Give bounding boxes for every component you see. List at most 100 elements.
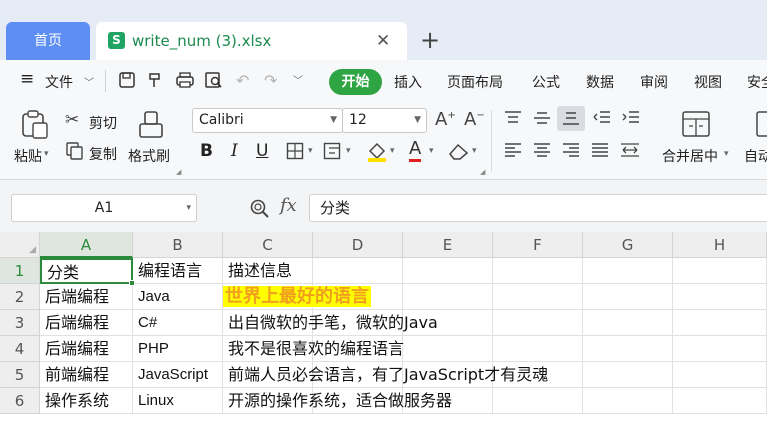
cell-c2[interactable]: 世界上最好的语言 xyxy=(223,284,371,310)
empty-cell[interactable] xyxy=(673,258,767,284)
cell-b2[interactable]: Java xyxy=(133,284,223,310)
paste-dropdown-icon[interactable]: ▾ xyxy=(44,149,49,159)
empty-cell[interactable] xyxy=(583,336,673,362)
align-bottom-button[interactable] xyxy=(557,106,585,131)
cut-button[interactable]: 剪切 xyxy=(89,113,117,133)
empty-cell[interactable] xyxy=(583,284,673,310)
chevron-down-icon[interactable]: ▾ xyxy=(472,146,477,156)
align-right-icon[interactable] xyxy=(561,142,581,158)
column-header-h[interactable]: H xyxy=(673,232,767,258)
empty-cell[interactable] xyxy=(583,388,673,414)
borders-icon[interactable] xyxy=(286,142,304,160)
save-icon[interactable] xyxy=(118,71,136,89)
chevron-down-icon[interactable]: ▾ xyxy=(308,146,313,156)
fill-color-icon[interactable] xyxy=(366,140,388,162)
tab-start[interactable]: 开始 xyxy=(329,69,382,95)
merge-center-icon[interactable] xyxy=(681,110,711,138)
format-painter-small-icon[interactable] xyxy=(146,71,164,89)
cell-a4[interactable]: 后端编程 xyxy=(40,336,133,362)
tab-insert[interactable]: 插入 xyxy=(394,72,422,92)
chevron-down-icon[interactable]: ▾ xyxy=(724,149,729,159)
row-header-1[interactable]: 1 xyxy=(0,258,40,284)
hamburger-menu-icon[interactable]: ≡ xyxy=(20,69,34,89)
print-icon[interactable] xyxy=(175,71,195,89)
column-header-c[interactable]: C xyxy=(223,232,313,258)
zoom-search-icon[interactable] xyxy=(249,198,271,220)
close-tab-icon[interactable]: ✕ xyxy=(376,31,390,51)
row-header-2[interactable]: 2 xyxy=(0,284,40,310)
row-header-3[interactable]: 3 xyxy=(0,310,40,336)
chevron-down-icon[interactable]: ▾ xyxy=(346,146,351,156)
fill-handle[interactable] xyxy=(129,280,135,286)
empty-cell[interactable] xyxy=(583,310,673,336)
tab-data[interactable]: 数据 xyxy=(586,72,614,92)
print-preview-icon[interactable] xyxy=(204,71,224,89)
empty-cell[interactable] xyxy=(673,336,767,362)
empty-cell[interactable] xyxy=(493,310,583,336)
column-header-e[interactable]: E xyxy=(403,232,493,258)
column-header-f[interactable]: F xyxy=(493,232,583,258)
decrease-indent-icon[interactable] xyxy=(592,110,612,126)
copy-button[interactable]: 复制 xyxy=(89,144,117,164)
chevron-down-icon[interactable]: ▾ xyxy=(429,146,434,156)
font-size-select[interactable]: 12 ▼ xyxy=(342,108,427,133)
name-box[interactable]: A1 ▾ xyxy=(11,194,197,222)
more-icon[interactable]: ﹀ xyxy=(293,72,303,87)
chevron-down-icon[interactable]: ﹀ xyxy=(84,74,94,89)
cell-b6[interactable]: Linux xyxy=(133,388,223,414)
cell-a3[interactable]: 后端编程 xyxy=(40,310,133,336)
cell-a1[interactable]: 分类 xyxy=(40,258,133,284)
paste-icon[interactable] xyxy=(19,110,51,140)
font-name-select[interactable]: Calibri ▼ xyxy=(192,108,343,133)
cell-c3[interactable]: 出自微软的手笔，微软的Java xyxy=(223,310,438,336)
cell-c5[interactable]: 前端人员必会语言，有了JavaScript才有灵魂 xyxy=(223,362,548,388)
font-expand-icon[interactable]: ◢ xyxy=(480,168,485,176)
empty-cell[interactable] xyxy=(493,284,583,310)
font-color-button[interactable]: A xyxy=(409,139,422,162)
cell-a6[interactable]: 操作系统 xyxy=(40,388,133,414)
align-top-icon[interactable] xyxy=(503,110,523,126)
cell-b4[interactable]: PHP xyxy=(133,336,223,362)
empty-cell[interactable] xyxy=(493,258,583,284)
column-header-g[interactable]: G xyxy=(583,232,673,258)
empty-cell[interactable] xyxy=(673,284,767,310)
row-header-5[interactable]: 5 xyxy=(0,362,40,388)
new-tab-icon[interactable]: + xyxy=(420,26,440,54)
file-menu[interactable]: 文件 xyxy=(45,72,73,92)
empty-cell[interactable] xyxy=(403,336,493,362)
undo-icon[interactable]: ↶ xyxy=(236,71,249,90)
eraser-icon[interactable] xyxy=(448,142,470,160)
empty-cell[interactable] xyxy=(493,336,583,362)
fill-pattern-icon[interactable] xyxy=(323,142,345,160)
cell-a5[interactable]: 前端编程 xyxy=(40,362,133,388)
bold-button[interactable]: B xyxy=(200,141,213,161)
cell-b3[interactable]: C# xyxy=(133,310,223,336)
empty-cell[interactable] xyxy=(403,258,493,284)
empty-cell[interactable] xyxy=(673,362,767,388)
distributed-align-icon[interactable] xyxy=(619,142,641,158)
align-left-icon[interactable] xyxy=(503,142,523,158)
cell-c4[interactable]: 我不是很喜欢的编程语言 xyxy=(223,336,404,362)
file-tab[interactable]: S write_num (3).xlsx ✕ xyxy=(96,22,407,60)
cell-b1[interactable]: 编程语言 xyxy=(133,258,223,284)
empty-cell[interactable] xyxy=(403,284,493,310)
decrease-font-size-icon[interactable]: A− xyxy=(464,109,485,130)
empty-cell[interactable] xyxy=(673,310,767,336)
increase-indent-icon[interactable] xyxy=(621,110,641,126)
empty-cell[interactable] xyxy=(583,362,673,388)
tab-page-layout[interactable]: 页面布局 xyxy=(447,72,503,92)
paste-button[interactable]: 粘贴 xyxy=(14,146,42,166)
wrap-text-icon[interactable] xyxy=(755,110,767,138)
column-header-d[interactable]: D xyxy=(313,232,403,258)
tab-security[interactable]: 安全 xyxy=(747,72,767,92)
formula-input[interactable]: 分类 xyxy=(309,194,767,222)
wrap-text-button[interactable]: 自动 xyxy=(744,146,767,166)
merge-center-button[interactable]: 合并居中 xyxy=(662,146,718,166)
empty-cell[interactable] xyxy=(313,258,403,284)
italic-button[interactable]: I xyxy=(231,141,238,161)
empty-cell[interactable] xyxy=(583,258,673,284)
increase-font-size-icon[interactable]: A+ xyxy=(435,109,456,130)
select-all-corner[interactable]: ◢ xyxy=(0,232,40,258)
row-header-6[interactable]: 6 xyxy=(0,388,40,414)
redo-icon[interactable]: ↷ xyxy=(264,71,277,90)
